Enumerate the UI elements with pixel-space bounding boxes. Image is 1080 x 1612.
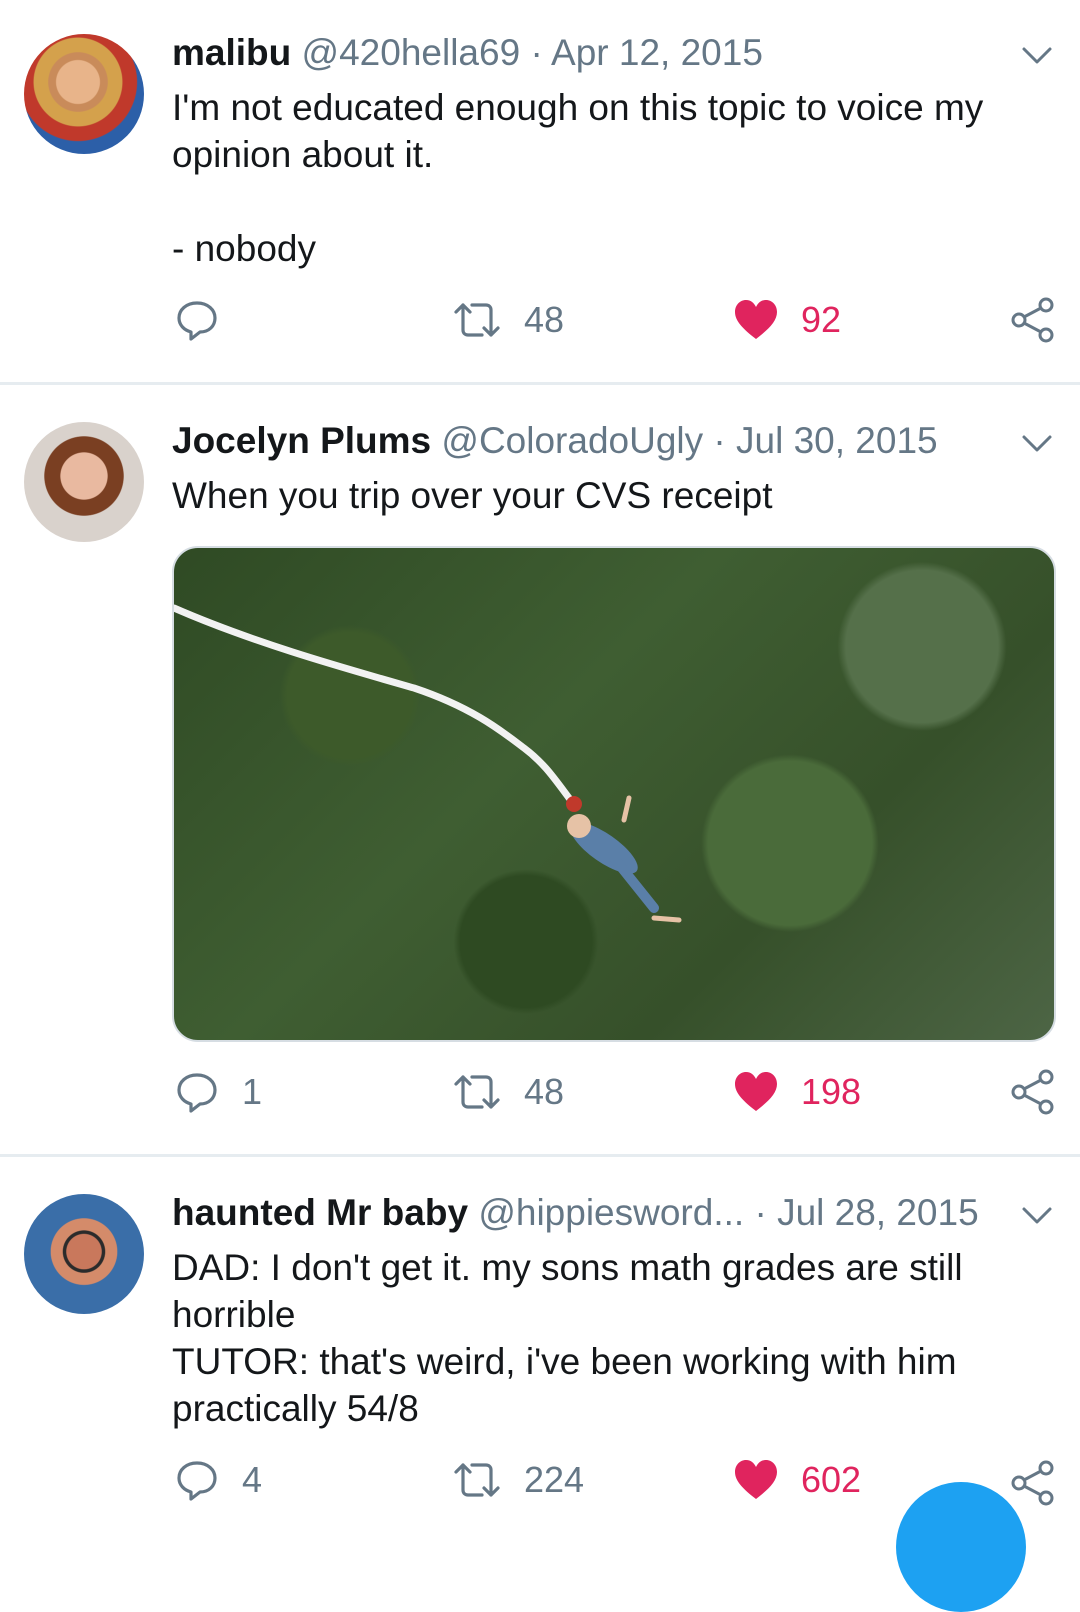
- share-icon[interactable]: [1010, 1460, 1056, 1506]
- reply-button[interactable]: 4: [174, 1450, 262, 1510]
- reply-count: 4: [242, 1459, 263, 1500]
- retweet-count: 48: [524, 299, 565, 340]
- separator-dot: ·: [713, 420, 726, 461]
- tweet-header: Jocelyn Plums @ColoradoUgly · Jul 30, 20…: [172, 418, 938, 464]
- reply-icon: [177, 301, 217, 341]
- tweet-actions: 48 92: [0, 290, 1080, 350]
- heart-icon: [735, 1072, 777, 1111]
- tweet-text: DAD: I don't get it. my sons math grades…: [172, 1247, 963, 1429]
- reply-count: 1: [242, 1071, 263, 1112]
- reply-icon: [177, 1073, 217, 1113]
- retweet-count: 48: [524, 1071, 565, 1112]
- tweet-date[interactable]: Jul 30, 2015: [736, 420, 938, 461]
- retweet-icon: [454, 1463, 500, 1497]
- tweet-text: I'm not educated enough on this topic to…: [172, 87, 984, 269]
- reply-button[interactable]: [174, 290, 242, 350]
- divider: [0, 1154, 1080, 1157]
- divider: [0, 382, 1080, 385]
- like-count: 602: [801, 1459, 862, 1500]
- retweet-button[interactable]: 48: [452, 1062, 564, 1122]
- like-button[interactable]: 602: [733, 1450, 861, 1510]
- heart-icon: [735, 300, 777, 339]
- user-handle[interactable]: @hippiesword...: [478, 1192, 744, 1233]
- user-name[interactable]: haunted Mr baby: [172, 1192, 468, 1233]
- tweet-text: When you trip over your CVS receipt: [172, 475, 773, 516]
- user-name[interactable]: malibu: [172, 32, 291, 73]
- user-handle[interactable]: @ColoradoUgly: [441, 420, 703, 461]
- avatar[interactable]: [24, 1194, 144, 1314]
- tweet-date[interactable]: Apr 12, 2015: [551, 32, 763, 73]
- tweet[interactable]: haunted Mr baby @hippiesword... · Jul 28…: [0, 1158, 1080, 1520]
- retweet-count: 224: [524, 1459, 585, 1500]
- chevron-down-icon[interactable]: [1020, 426, 1054, 460]
- reply-button[interactable]: 1: [174, 1062, 262, 1122]
- retweet-icon: [454, 1075, 500, 1109]
- share-icon: [1011, 297, 1054, 343]
- tweet[interactable]: malibu @420hella69 · Apr 12, 2015 I'm no…: [0, 0, 1080, 384]
- tweet-date[interactable]: Jul 28, 2015: [777, 1192, 979, 1233]
- separator-dot: ·: [754, 1192, 767, 1233]
- separator-dot: ·: [530, 32, 543, 73]
- tweet-header: haunted Mr baby @hippiesword... · Jul 28…: [172, 1190, 979, 1236]
- tweet-image[interactable]: [172, 546, 1056, 1042]
- tweet-header: malibu @420hella69 · Apr 12, 2015: [172, 30, 763, 76]
- share-button[interactable]: [1010, 1062, 1056, 1122]
- tweet-actions: 1 48 198: [0, 1062, 1080, 1122]
- share-icon: [1011, 1069, 1054, 1115]
- user-handle[interactable]: @420hella69: [302, 32, 521, 73]
- heart-icon: [735, 1460, 777, 1499]
- chevron-down-icon[interactable]: [1020, 1198, 1054, 1232]
- bungee-jumper-image: [174, 604, 682, 923]
- reply-icon: [177, 1461, 217, 1501]
- user-name[interactable]: Jocelyn Plums: [172, 420, 431, 461]
- chevron-down-icon[interactable]: [1020, 38, 1054, 72]
- avatar[interactable]: [24, 422, 144, 542]
- compose-tweet-button[interactable]: [896, 1482, 1026, 1612]
- like-button[interactable]: 198: [733, 1062, 861, 1122]
- like-count: 198: [801, 1071, 862, 1112]
- retweet-icon: [454, 303, 500, 337]
- avatar[interactable]: [24, 34, 144, 154]
- retweet-button[interactable]: 224: [452, 1450, 584, 1510]
- share-button[interactable]: [1010, 290, 1056, 350]
- like-button[interactable]: 92: [733, 290, 841, 350]
- retweet-button[interactable]: 48: [452, 290, 564, 350]
- like-count: 92: [801, 299, 842, 340]
